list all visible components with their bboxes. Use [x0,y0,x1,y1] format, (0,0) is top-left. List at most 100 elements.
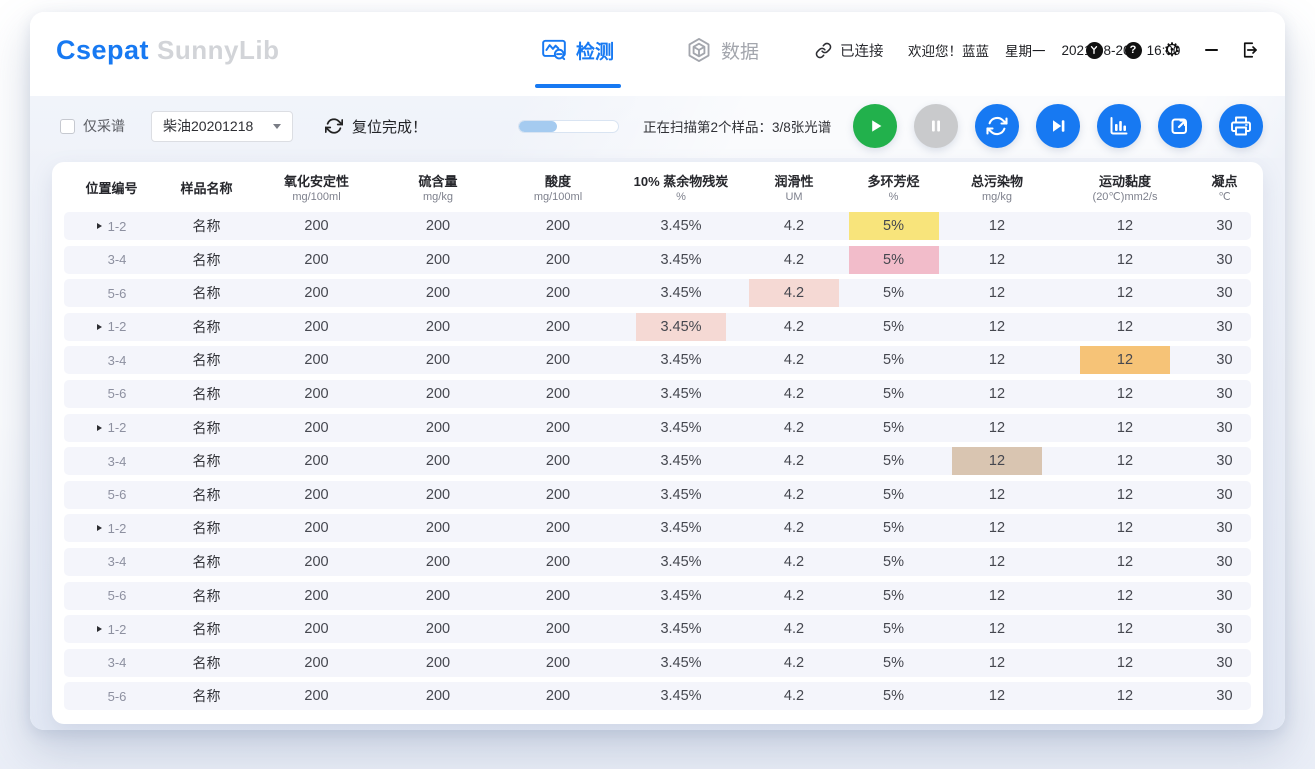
freezing-cell: 30 [1198,649,1251,677]
contaminants-cell: 12 [942,548,1052,576]
table-row[interactable]: 5-6名称2002002003.45%4.25%121230 [64,481,1251,509]
lubricity-cell: 4.2 [743,548,845,576]
contaminants-cell: 12 [942,380,1052,408]
position-label: 5-6 [108,689,127,704]
residue-cell: 3.45% [619,279,743,307]
lubricity-cell: 4.2 [743,414,845,442]
export-button[interactable] [1158,104,1202,148]
freezing-cell: 30 [1198,380,1251,408]
lubricity-cell: 4.2 [743,380,845,408]
pah-cell: 5% [845,346,942,374]
highlighted-value: 5% [849,212,939,240]
sample-name-cell: 名称 [159,514,254,542]
column-unit: (20℃)mm2/s [1093,191,1158,204]
oxidation-cell: 200 [254,313,379,341]
pah-cell: 5% [845,481,942,509]
pause-button[interactable] [914,104,958,148]
table-row[interactable]: 1-2名称2002002003.45%4.25%121230 [64,615,1251,643]
sample-name-cell: 名称 [159,582,254,610]
lubricity-cell: 4.2 [743,279,845,307]
column-unit: mg/100ml [534,191,582,204]
contaminants-cell: 12 [942,212,1052,240]
table-row[interactable]: 5-6名称2002002003.45%4.25%121230 [64,682,1251,710]
logo-secondary: SunnyLib [157,35,279,66]
position-label: 3-4 [108,554,127,569]
lubricity-cell: 4.2 [743,682,845,710]
expand-arrow-icon[interactable] [97,223,102,229]
highlighted-value: 12 [1080,346,1170,374]
residue-cell: 3.45% [619,212,743,240]
table-row[interactable]: 3-4名称2002002003.45%4.25%121230 [64,649,1251,677]
residue-cell: 3.45% [619,313,743,341]
sample-name-cell: 名称 [159,346,254,374]
residue-cell: 3.45% [619,514,743,542]
viscosity-cell: 12 [1052,279,1198,307]
start-button[interactable] [853,104,897,148]
pah-cell: 5% [845,649,942,677]
oxidation-cell: 200 [254,447,379,475]
expand-arrow-icon[interactable] [97,626,102,632]
skip-button[interactable] [1036,104,1080,148]
acidity-cell: 200 [497,649,619,677]
freezing-cell: 30 [1198,481,1251,509]
expand-arrow-icon[interactable] [97,525,102,531]
acidity-cell: 200 [497,682,619,710]
position-label: 5-6 [108,588,127,603]
sample-name-cell: 名称 [159,414,254,442]
column-header-residue: 10% 蒸余物残炭% [619,175,743,204]
reset-status[interactable]: 复位完成！ [325,116,427,137]
expand-arrow-icon[interactable] [97,324,102,330]
acidity-cell: 200 [497,380,619,408]
chart-button[interactable] [1097,104,1141,148]
pah-cell: 5% [845,548,942,576]
capture-only-checkbox[interactable] [60,119,75,134]
column-header-sulfur: 硫含量mg/kg [379,175,497,204]
lubricity-cell: 4.2 [743,582,845,610]
scan-progress-fill [519,121,557,132]
column-header-acidity: 酸度mg/100ml [497,175,619,204]
table-row[interactable]: 3-4名称2002002003.45%4.25%121230 [64,346,1251,374]
tab-data[interactable]: 数据 [680,12,765,88]
position-cell: 3-4 [64,246,159,274]
window-controls: ? ⚙ [1085,41,1259,59]
pah-cell: 5% [845,682,942,710]
lubricity-cell: 4.2 [743,346,845,374]
table-row[interactable]: 5-6名称2002002003.45%4.25%121230 [64,380,1251,408]
oxidation-cell: 200 [254,481,379,509]
table-row[interactable]: 1-2名称2002002003.45%4.25%121230 [64,414,1251,442]
help-icon[interactable]: ? [1124,41,1142,59]
table-row[interactable]: 5-6名称2002002003.45%4.25%121230 [64,582,1251,610]
position-cell: 1-2 [64,414,159,442]
logout-icon[interactable] [1241,41,1259,59]
gear-icon[interactable]: ⚙ [1163,41,1181,59]
sample-select[interactable]: 柴油20201218 [151,111,293,142]
table-row[interactable]: 1-2名称2002002003.45%4.25%121230 [64,313,1251,341]
position-label: 1-2 [108,420,127,435]
residue-cell: 3.45% [619,615,743,643]
acidity-cell: 200 [497,447,619,475]
sulfur-cell: 200 [379,346,497,374]
table-row[interactable]: 3-4名称2002002003.45%4.25%121230 [64,246,1251,274]
expand-arrow-icon[interactable] [97,425,102,431]
table-row[interactable]: 3-4名称2002002003.45%4.25%121230 [64,548,1251,576]
table-row[interactable]: 3-4名称2002002003.45%4.25%121230 [64,447,1251,475]
table-row[interactable]: 5-6名称2002002003.45%4.25%121230 [64,279,1251,307]
residue-cell: 3.45% [619,380,743,408]
position-label: 1-2 [108,622,127,637]
viscosity-cell: 12 [1052,649,1198,677]
sample-name-cell: 名称 [159,279,254,307]
acidity-cell: 200 [497,481,619,509]
acidity-cell: 200 [497,246,619,274]
table-row[interactable]: 1-2名称2002002003.45%4.25%121230 [64,514,1251,542]
minimize-icon[interactable] [1202,41,1220,59]
table-row[interactable]: 1-2名称2002002003.45%4.25%121230 [64,212,1251,240]
tab-detect[interactable]: 检测 [535,12,620,88]
highlighted-value: 3.45% [636,313,726,341]
column-label: 样品名称 [180,182,232,197]
column-label: 酸度 [545,175,571,190]
sample-name-cell: 名称 [159,313,254,341]
refresh-button[interactable] [975,104,1019,148]
tools-icon[interactable] [1085,41,1103,59]
capture-only-label: 仅采谱 [83,116,125,136]
print-button[interactable] [1219,104,1263,148]
